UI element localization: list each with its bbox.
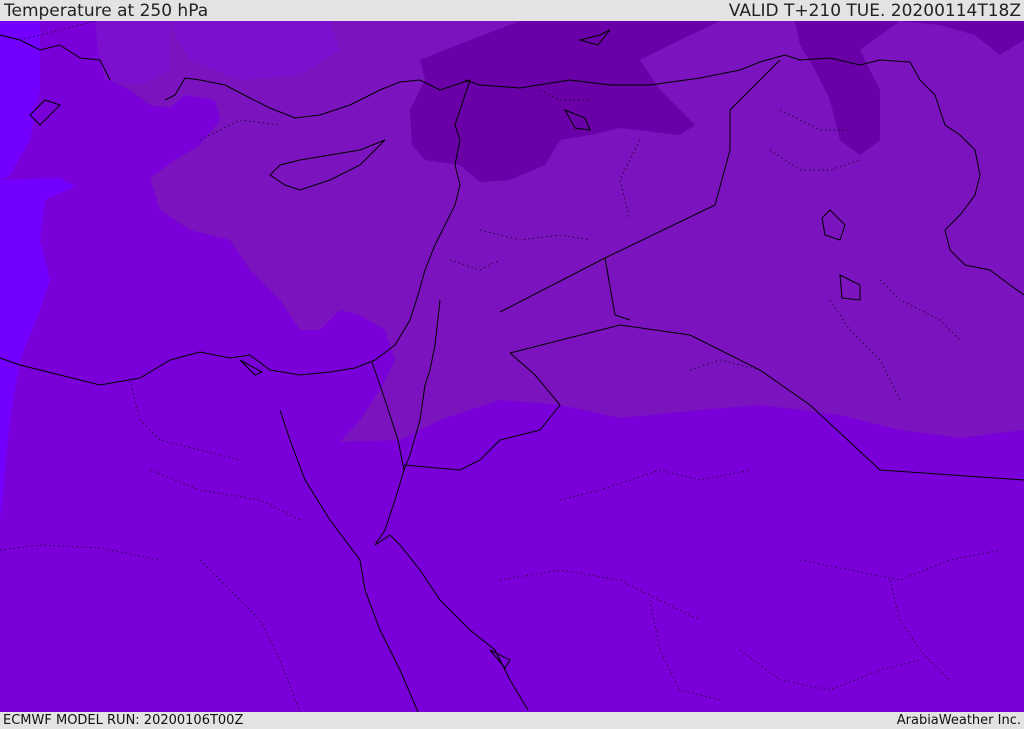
valid-time: VALID T+210 TUE. 20200114T18Z	[728, 1, 1021, 21]
credit-label: ArabiaWeather Inc.	[896, 713, 1021, 728]
footer-bar: ECMWF MODEL RUN: 20200106T00Z ArabiaWeat…	[0, 712, 1024, 729]
temperature-map	[0, 21, 1024, 712]
model-run: ECMWF MODEL RUN: 20200106T00Z	[3, 713, 244, 728]
header-bar: Temperature at 250 hPa VALID T+210 TUE. …	[0, 0, 1024, 21]
map-title: Temperature at 250 hPa	[4, 1, 209, 21]
map-panel[interactable]	[0, 21, 1024, 712]
temperature-band-light-1	[95, 21, 170, 85]
